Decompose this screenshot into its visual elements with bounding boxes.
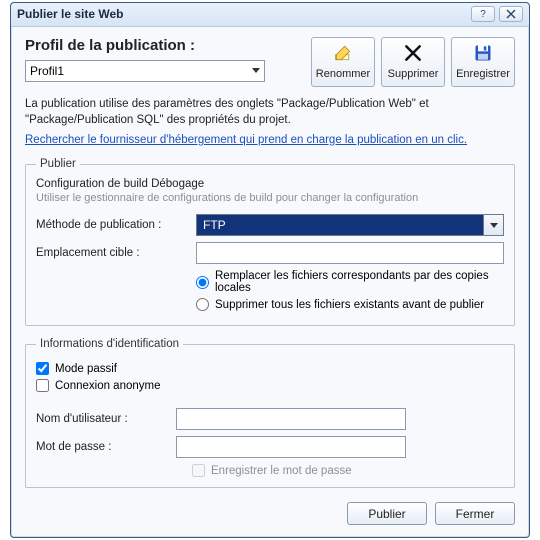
publish-legend: Publier	[36, 158, 80, 170]
target-location-label: Emplacement cible :	[36, 247, 196, 259]
save-password-checkbox	[192, 464, 205, 477]
dialog-footer: Publier Fermer	[25, 502, 515, 525]
replace-files-label: Remplacer les fichiers correspondants pa…	[215, 270, 504, 294]
save-password-label: Enregistrer le mot de passe	[211, 465, 352, 477]
password-input[interactable]	[176, 436, 406, 458]
anonymous-login-label: Connexion anonyme	[55, 380, 161, 392]
delete-files-label: Supprimer tous les fichiers existants av…	[215, 299, 484, 311]
save-label: Enregistrer	[456, 68, 510, 80]
save-button[interactable]: Enregistrer	[451, 37, 515, 87]
credentials-group: Informations d'identification Mode passi…	[25, 338, 515, 488]
publish-button[interactable]: Publier	[347, 502, 427, 525]
publish-method-label: Méthode de publication :	[36, 219, 196, 231]
save-icon	[473, 43, 493, 66]
build-config-subtitle: Utiliser le gestionnaire de configuratio…	[36, 192, 504, 204]
rename-icon	[333, 43, 353, 66]
delete-files-radio[interactable]	[196, 298, 209, 311]
delete-label: Supprimer	[388, 68, 439, 80]
username-input[interactable]	[176, 408, 406, 430]
description-text: La publication utilise des paramètres de…	[25, 97, 515, 128]
replace-files-radio[interactable]	[196, 276, 209, 289]
rename-button[interactable]: Renommer	[311, 37, 375, 87]
rename-label: Renommer	[316, 68, 370, 80]
passive-mode-checkbox[interactable]	[36, 362, 49, 375]
anonymous-login-checkbox[interactable]	[36, 379, 49, 392]
titlebar: Publier le site Web ?	[11, 3, 529, 27]
window-title: Publier le site Web	[17, 7, 123, 21]
help-button[interactable]: ?	[471, 6, 495, 22]
content-area: Profil de la publication : Profil1 Renom…	[11, 27, 529, 537]
close-dialog-button[interactable]: Fermer	[435, 502, 515, 525]
build-config-title: Configuration de build Débogage	[36, 178, 504, 190]
password-label: Mot de passe :	[36, 441, 176, 453]
publish-method-select[interactable]: FTP	[196, 214, 504, 236]
credentials-legend: Informations d'identification	[36, 338, 183, 350]
delete-icon	[403, 43, 423, 66]
chevron-down-icon	[252, 68, 260, 73]
dialog-window: Publier le site Web ? Profil de la publi…	[10, 2, 530, 538]
close-button[interactable]	[499, 6, 523, 22]
hosting-provider-link[interactable]: Rechercher le fournisseur d'hébergement …	[25, 134, 467, 146]
profile-label: Profil de la publication :	[25, 37, 303, 54]
profile-select[interactable]: Profil1	[25, 60, 265, 82]
delete-button[interactable]: Supprimer	[381, 37, 445, 87]
profile-selected-value: Profil1	[30, 64, 64, 78]
username-label: Nom d'utilisateur :	[36, 413, 176, 425]
target-location-input[interactable]	[196, 242, 504, 264]
chevron-down-icon	[483, 215, 503, 235]
publish-method-value: FTP	[197, 215, 483, 235]
passive-mode-label: Mode passif	[55, 363, 117, 375]
publish-group: Publier Configuration de build Débogage …	[25, 158, 515, 326]
toolbar: Renommer Supprimer Enregistrer	[311, 37, 515, 87]
